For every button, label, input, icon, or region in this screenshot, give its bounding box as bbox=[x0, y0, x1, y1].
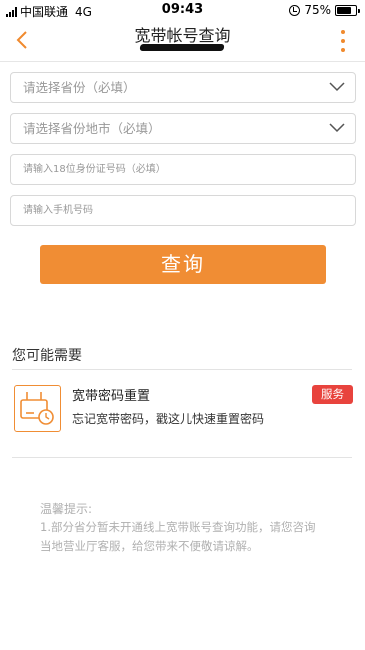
status-bar: 中国联通 4G 09:43 75% bbox=[0, 0, 365, 20]
alarm-icon bbox=[289, 4, 301, 16]
chevron-down-icon bbox=[329, 123, 345, 133]
query-button[interactable]: 查询 bbox=[40, 245, 326, 284]
divider bbox=[12, 457, 352, 458]
tips-title: 温馨提示: bbox=[40, 502, 93, 516]
province-placeholder: 请选择省份（必填） bbox=[23, 80, 136, 95]
service-description: 忘记宽带密码，戳这儿快速重置密码 bbox=[72, 412, 265, 426]
nav-bar: 宽带帐号查询 bbox=[0, 20, 365, 62]
router-reset-glyph bbox=[20, 392, 54, 425]
city-placeholder: 请选择省份地市（必填） bbox=[23, 121, 161, 136]
section-title: 您可能需要 bbox=[12, 348, 82, 364]
more-button[interactable] bbox=[339, 30, 347, 52]
phone-placeholder: 请输入手机号码 bbox=[23, 205, 93, 216]
service-badge: 服务 bbox=[312, 385, 353, 404]
battery-icon bbox=[335, 4, 360, 16]
id-number-field[interactable]: 请输入18位身份证号码（必填） bbox=[10, 154, 356, 185]
status-right: 75% bbox=[289, 3, 360, 17]
redacted-subtitle bbox=[139, 44, 225, 51]
more-vertical-icon bbox=[341, 30, 345, 34]
service-name[interactable]: 宽带密码重置 bbox=[72, 385, 150, 404]
province-select[interactable]: 请选择省份（必填） bbox=[10, 72, 356, 103]
phone-field[interactable]: 请输入手机号码 bbox=[10, 195, 356, 226]
battery-fill bbox=[337, 6, 351, 14]
city-select[interactable]: 请选择省份地市（必填） bbox=[10, 113, 356, 144]
page-title: 宽带帐号查询 bbox=[134, 26, 231, 45]
battery-percent: 75% bbox=[304, 3, 331, 17]
chevron-down-icon bbox=[329, 82, 345, 92]
tips-text: 1.部分省分暂未开通线上宽带账号查询功能，请您咨询当地营业厅客服，给您带来不便敬… bbox=[40, 520, 316, 553]
id-number-placeholder: 请输入18位身份证号码（必填） bbox=[23, 164, 166, 175]
router-reset-icon[interactable] bbox=[14, 385, 61, 432]
divider bbox=[12, 369, 352, 370]
